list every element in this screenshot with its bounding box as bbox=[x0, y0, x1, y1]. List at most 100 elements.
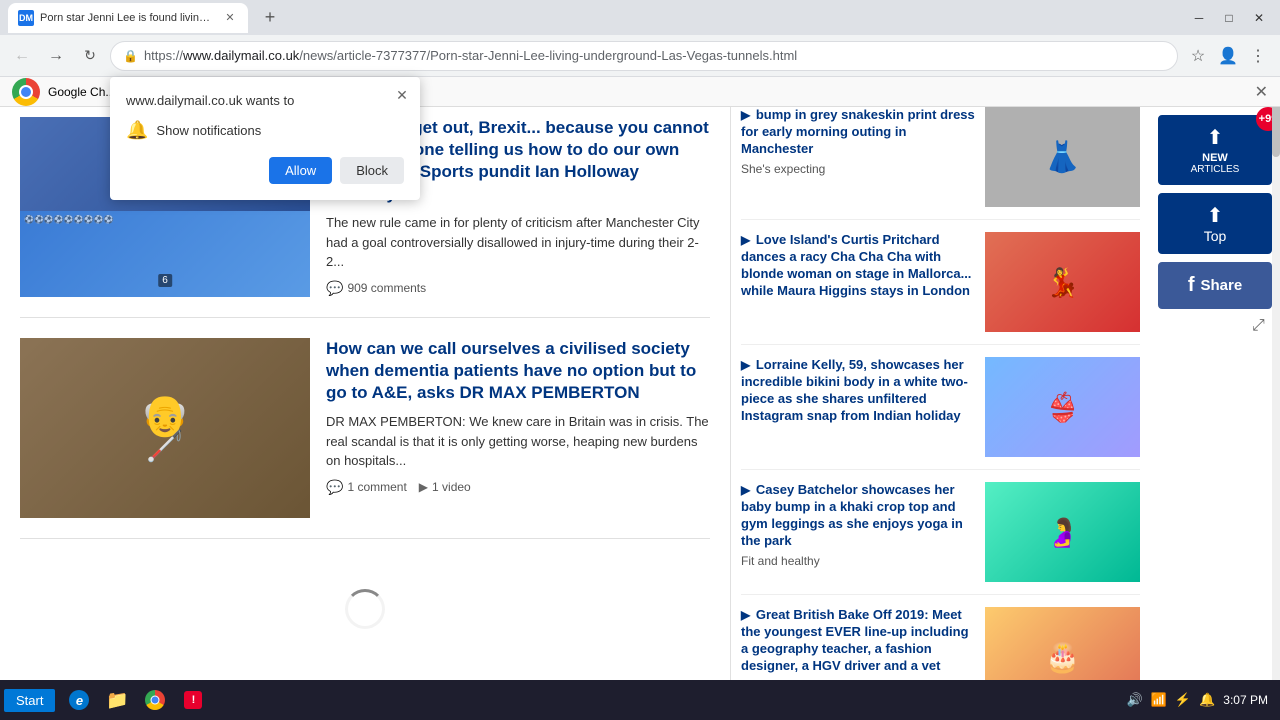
sidebar-article: ▶ Casey Batchelor showcases her baby bum… bbox=[741, 482, 1140, 595]
url-scheme: https:// bbox=[144, 48, 183, 63]
menu-button[interactable]: ⋮ bbox=[1244, 42, 1272, 70]
new-articles-sub-label: ARTICLES bbox=[1166, 164, 1264, 175]
video-count[interactable]: ▶ 1 video bbox=[419, 480, 471, 494]
comment-icon: 💬 bbox=[326, 479, 343, 496]
comment-count[interactable]: 💬 1 comment bbox=[326, 479, 407, 496]
article-body: How can we call ourselves a civilised so… bbox=[326, 338, 710, 518]
address-bar[interactable]: 🔒 https://www.dailymail.co.uk/news/artic… bbox=[110, 41, 1178, 71]
forward-button[interactable]: → bbox=[42, 42, 70, 70]
popup-title: www.dailymail.co.uk wants to bbox=[126, 93, 404, 108]
scrollbar-track bbox=[1272, 77, 1280, 720]
taskbar-items: e 📁 ! bbox=[61, 682, 211, 718]
article-meta: 💬 1 comment ▶ 1 video bbox=[326, 479, 710, 496]
start-button[interactable]: Start bbox=[4, 689, 55, 712]
loading-area bbox=[20, 559, 710, 659]
bookmark-button[interactable]: ☆ bbox=[1184, 42, 1212, 70]
top-button[interactable]: ⬆ Top bbox=[1158, 193, 1272, 254]
tray-icon-1[interactable]: 🔊 bbox=[1127, 692, 1143, 708]
share-label: Share bbox=[1200, 277, 1242, 294]
system-time: 3:07 PM bbox=[1223, 693, 1268, 707]
allow-button[interactable]: Allow bbox=[269, 157, 332, 184]
notification-permission-popup: ✕ www.dailymail.co.uk wants to 🔔 Show no… bbox=[110, 77, 420, 200]
new-articles-label: NEW bbox=[1166, 152, 1264, 164]
sidebar-thumb: 👗 bbox=[985, 107, 1140, 207]
taskbar-ie-icon[interactable]: e bbox=[61, 682, 97, 718]
url-path: /news/article-7377377/Porn-star-Jenni-Le… bbox=[299, 48, 797, 63]
sidebar-article-text: ▶ Casey Batchelor showcases her baby bum… bbox=[741, 482, 977, 582]
sidebar-article-title[interactable]: ▶ Casey Batchelor showcases her baby bum… bbox=[741, 482, 977, 550]
article-arrow-icon: ▶ bbox=[741, 608, 750, 622]
info-bar-text: Google Ch... bbox=[48, 85, 115, 99]
folder-icon: 📁 bbox=[106, 690, 128, 711]
comment-count-label: 909 comments bbox=[347, 281, 426, 295]
loading-spinner bbox=[345, 589, 385, 629]
bell-icon: 🔔 bbox=[126, 120, 148, 141]
account-button[interactable]: 👤 bbox=[1214, 42, 1242, 70]
tab-close-button[interactable]: ✕ bbox=[222, 10, 238, 26]
article-arrow-icon: ▶ bbox=[741, 233, 750, 247]
tray-icon-3[interactable]: ⚡ bbox=[1175, 692, 1191, 708]
close-button[interactable]: ✕ bbox=[1246, 5, 1272, 31]
antivirus-icon: ! bbox=[184, 691, 202, 709]
expand-icon[interactable]: ⤢ bbox=[1252, 317, 1272, 337]
taskbar-folder-icon[interactable]: 📁 bbox=[99, 682, 135, 718]
taskbar-antivirus-icon[interactable]: ! bbox=[175, 682, 211, 718]
window-controls: ─ □ ✕ bbox=[1186, 5, 1272, 31]
sidebar-article-text: ▶ Lorraine Kelly, 59, showcases her incr… bbox=[741, 357, 977, 457]
minimize-button[interactable]: ─ bbox=[1186, 5, 1212, 31]
start-label: Start bbox=[16, 693, 43, 708]
url-display: https://www.dailymail.co.uk/news/article… bbox=[144, 48, 1165, 63]
sidebar-article-title[interactable]: ▶ Great British Bake Off 2019: Meet the … bbox=[741, 607, 977, 675]
back-button[interactable]: ← bbox=[8, 42, 36, 70]
sidebar-article-title[interactable]: ▶ Love Island's Curtis Pritchard dances … bbox=[741, 232, 977, 300]
article-excerpt: DR MAX PEMBERTON: We knew care in Britai… bbox=[326, 412, 710, 471]
tab-favicon: DM bbox=[18, 10, 34, 26]
sidebar: ▶ bump in grey snakeskin print dress for… bbox=[730, 107, 1150, 720]
tray-icon-4[interactable]: 🔔 bbox=[1199, 692, 1215, 708]
title-bar: DM Porn star Jenni Lee is found living i… bbox=[0, 0, 1280, 35]
sidebar-article-title[interactable]: ▶ bump in grey snakeskin print dress for… bbox=[741, 107, 977, 158]
article-arrow-icon: ▶ bbox=[741, 358, 750, 372]
taskbar: Start e 📁 ! 🔊 📶 ⚡ 🔔 3:07 PM bbox=[0, 680, 1280, 720]
sidebar-article-title[interactable]: ▶ Lorraine Kelly, 59, showcases her incr… bbox=[741, 357, 977, 425]
article-meta: 💬 909 comments bbox=[326, 280, 710, 297]
article-item: 👴 🦯 How can we call ourselves a civilise… bbox=[20, 338, 710, 539]
article-thumbnail: 👴 🦯 bbox=[20, 338, 310, 518]
sidebar-thumb: 👙 bbox=[985, 357, 1140, 457]
article-title[interactable]: How can we call ourselves a civilised so… bbox=[326, 338, 710, 404]
toolbar-right-icons: ☆ 👤 ⋮ bbox=[1184, 42, 1272, 70]
facebook-icon: f bbox=[1188, 274, 1195, 297]
system-tray: 🔊 📶 ⚡ 🔔 3:07 PM bbox=[1127, 692, 1276, 708]
chrome-icon bbox=[145, 690, 165, 710]
sidebar-thumb: 🤰 bbox=[985, 482, 1140, 582]
info-bar-close[interactable]: ✕ bbox=[1255, 82, 1268, 102]
sidebar-article: ▶ bump in grey snakeskin print dress for… bbox=[741, 107, 1140, 220]
top-label: Top bbox=[1166, 228, 1264, 244]
sidebar-article-subtitle: Fit and healthy bbox=[741, 554, 977, 568]
comment-icon: 💬 bbox=[326, 280, 343, 297]
share-button[interactable]: f Share bbox=[1158, 262, 1272, 309]
taskbar-chrome-icon[interactable] bbox=[137, 682, 173, 718]
new-tab-button[interactable]: + bbox=[256, 4, 284, 32]
sidebar-thumb: 💃 bbox=[985, 232, 1140, 332]
ie-icon: e bbox=[69, 690, 89, 710]
browser-tab[interactable]: DM Porn star Jenni Lee is found living i… bbox=[8, 3, 248, 33]
block-button[interactable]: Block bbox=[340, 157, 404, 184]
popup-action-buttons: Allow Block bbox=[126, 157, 404, 184]
popup-close-button[interactable]: ✕ bbox=[392, 85, 412, 105]
sidebar-article: ▶ Lorraine Kelly, 59, showcases her incr… bbox=[741, 357, 1140, 470]
new-articles-container: +99 ⬆ NEW ARTICLES bbox=[1158, 115, 1272, 185]
popup-item-label: Show notifications bbox=[156, 123, 261, 138]
comment-count[interactable]: 💬 909 comments bbox=[326, 280, 426, 297]
maximize-button[interactable]: □ bbox=[1216, 5, 1242, 31]
popup-notification-item: 🔔 Show notifications bbox=[126, 120, 404, 141]
comment-count-label: 1 comment bbox=[347, 480, 406, 494]
new-articles-button[interactable]: +99 ⬆ NEW ARTICLES bbox=[1158, 115, 1272, 185]
sidebar-article-subtitle: She's expecting bbox=[741, 162, 977, 176]
top-arrow-icon: ⬆ bbox=[1166, 203, 1264, 228]
sidebar-article: ▶ Love Island's Curtis Pritchard dances … bbox=[741, 232, 1140, 345]
tray-icon-2[interactable]: 📶 bbox=[1151, 692, 1167, 708]
refresh-button[interactable]: ↻ bbox=[76, 42, 104, 70]
url-host: www.dailymail.co.uk bbox=[183, 48, 299, 63]
browser-toolbar: ← → ↻ 🔒 https://www.dailymail.co.uk/news… bbox=[0, 35, 1280, 77]
